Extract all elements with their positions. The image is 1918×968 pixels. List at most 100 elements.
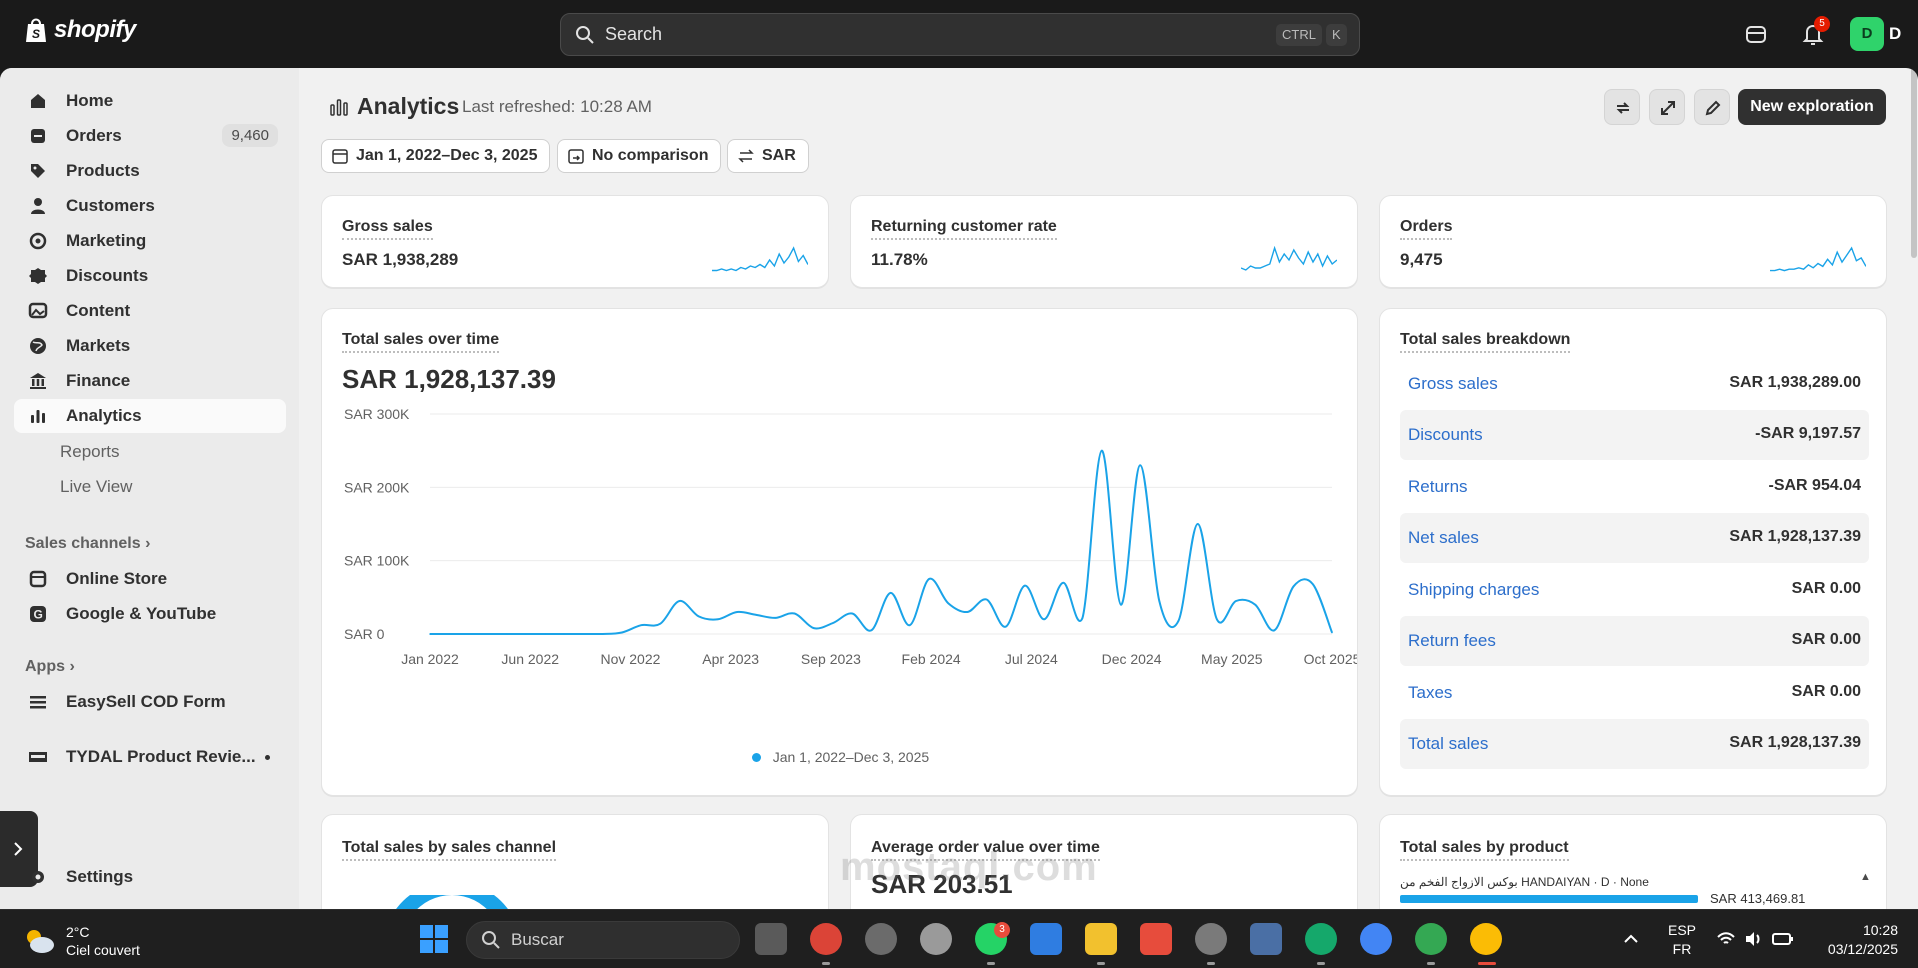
data-point[interactable] — [1196, 523, 1199, 525]
system-clock[interactable]: 10:28 03/12/2025 — [1828, 921, 1898, 959]
notepad-icon[interactable] — [1030, 923, 1062, 955]
breakdown-title[interactable]: Total sales breakdown — [1400, 331, 1571, 353]
chevron-up-icon[interactable] — [1622, 930, 1640, 948]
data-point[interactable] — [1100, 449, 1103, 452]
data-point[interactable] — [1062, 581, 1065, 584]
volume-icon[interactable] — [1744, 930, 1764, 948]
data-point[interactable] — [544, 633, 546, 635]
weather-widget[interactable]: 2°C Ciel couvert — [22, 923, 140, 959]
chrome-profile-2-icon[interactable] — [1415, 923, 1447, 955]
sidebar-item-orders[interactable]: Orders 9,460 — [14, 119, 286, 153]
breakdown-label[interactable]: Returns — [1408, 477, 1468, 497]
calculator-icon[interactable] — [1250, 923, 1282, 955]
data-point[interactable] — [563, 633, 566, 635]
wifi-icon[interactable] — [1716, 930, 1736, 948]
sidebar-item-google-youtube[interactable]: G Google & YouTube — [14, 597, 286, 631]
chrome-icon[interactable] — [810, 923, 842, 955]
sidebar-item-content[interactable]: Content — [14, 294, 286, 328]
data-point[interactable] — [908, 624, 911, 626]
todo-icon[interactable] — [1140, 923, 1172, 955]
comparison-filter[interactable]: No comparison — [557, 139, 722, 173]
sidebar-item-reports[interactable]: Reports — [60, 442, 120, 462]
chart-title[interactable]: Total sales over time — [342, 331, 500, 353]
data-point[interactable] — [774, 617, 777, 619]
user-initial[interactable]: D — [1889, 24, 1901, 44]
channel-card-title[interactable]: Total sales by sales channel — [342, 839, 557, 861]
data-point[interactable] — [1139, 464, 1141, 467]
breakdown-label[interactable]: Discounts — [1408, 425, 1483, 445]
breakdown-label[interactable]: Shipping charges — [1408, 580, 1539, 600]
data-point[interactable] — [448, 633, 450, 635]
breakdown-label[interactable]: Net sales — [1408, 528, 1479, 548]
metric-card-returning-rate[interactable]: Returning customer rate 11.78% — [850, 195, 1358, 288]
data-point[interactable] — [1312, 583, 1314, 585]
windows-start-button[interactable] — [418, 923, 450, 955]
data-point[interactable] — [467, 633, 470, 635]
sort-up-icon[interactable]: ▲ — [1860, 871, 1871, 883]
sidebar-item-tydal[interactable]: TYDAL Product Revie... — [14, 740, 286, 774]
sidebar-item-home[interactable]: Home — [14, 84, 286, 118]
data-point[interactable] — [870, 629, 873, 632]
breakdown-label[interactable]: Total sales — [1408, 734, 1488, 754]
data-point[interactable] — [505, 633, 508, 635]
edit-button[interactable] — [1694, 89, 1730, 125]
chrome-profile-3-icon[interactable] — [1470, 923, 1502, 955]
data-point[interactable] — [736, 611, 738, 613]
language-indicator[interactable]: ESP FR — [1668, 921, 1696, 959]
data-point[interactable] — [1120, 603, 1122, 606]
breakdown-label[interactable]: Taxes — [1408, 683, 1452, 703]
data-point[interactable] — [1081, 617, 1084, 619]
sidebar-item-settings[interactable]: Settings — [14, 860, 286, 894]
data-point[interactable] — [813, 627, 815, 629]
data-point[interactable] — [621, 631, 623, 634]
data-point[interactable] — [659, 622, 662, 625]
apps-header[interactable]: Apps › — [25, 658, 75, 676]
shopify-logo[interactable]: S shopify — [24, 16, 136, 44]
product-name[interactable]: بوكس الازواج الفخم من HANDAIYAN · D · No… — [1400, 875, 1649, 889]
data-point[interactable] — [640, 624, 642, 626]
sidebar-item-products[interactable]: Products — [14, 154, 286, 188]
sidebar-item-markets[interactable]: Markets — [14, 329, 286, 363]
data-point[interactable] — [1177, 620, 1180, 622]
infinity-app-icon[interactable] — [1305, 923, 1337, 955]
chrome-profile-1-icon[interactable] — [1360, 923, 1392, 955]
chart-legend[interactable]: Jan 1, 2022–Dec 3, 2025 — [322, 749, 1357, 765]
tools-icon[interactable] — [865, 923, 897, 955]
data-point[interactable] — [1331, 631, 1333, 634]
taskbar-search[interactable]: Buscar — [466, 921, 740, 959]
sidebar-item-finance[interactable]: Finance — [14, 364, 286, 398]
currency-filter[interactable]: SAR — [727, 139, 809, 173]
data-point[interactable] — [1158, 600, 1161, 602]
data-point[interactable] — [717, 618, 719, 621]
product-card-title[interactable]: Total sales by product — [1400, 839, 1569, 861]
fullscreen-button[interactable] — [1649, 89, 1685, 125]
breakdown-label[interactable]: Gross sales — [1408, 374, 1498, 394]
data-point[interactable] — [832, 622, 834, 624]
data-point[interactable] — [889, 592, 892, 594]
chatgpt-icon[interactable] — [1195, 923, 1227, 955]
refresh-button[interactable] — [1604, 89, 1640, 125]
task-view-icon[interactable] — [755, 923, 787, 955]
sales-line-chart[interactable]: SAR 0 SAR 100K SAR 200K SAR 300K Jan 2022 Jun… — [322, 404, 1358, 724]
data-point[interactable] — [1004, 625, 1007, 628]
data-point[interactable] — [486, 633, 489, 635]
date-range-filter[interactable]: Jan 1, 2022–Dec 3, 2025 — [321, 139, 551, 173]
sidebar-item-online-store[interactable]: Online Store — [14, 562, 286, 596]
data-point[interactable] — [582, 633, 585, 635]
sidebar-item-discounts[interactable]: Discounts — [14, 259, 286, 293]
data-point[interactable] — [1292, 585, 1295, 588]
data-point[interactable] — [793, 612, 796, 615]
sales-channels-header[interactable]: Sales channels › — [25, 535, 150, 553]
data-point[interactable] — [601, 633, 604, 635]
data-point[interactable] — [985, 598, 988, 601]
donut-chart[interactable] — [382, 895, 522, 909]
data-point[interactable] — [1216, 618, 1218, 621]
sidebar-item-customers[interactable]: Customers — [14, 189, 286, 223]
data-point[interactable] — [966, 611, 969, 613]
data-point[interactable] — [678, 600, 681, 602]
data-point[interactable] — [1043, 618, 1045, 621]
sidebar-item-analytics[interactable]: Analytics — [14, 399, 286, 433]
openai-icon[interactable] — [920, 923, 952, 955]
data-point[interactable] — [1273, 629, 1276, 632]
series-line[interactable] — [429, 449, 1333, 635]
